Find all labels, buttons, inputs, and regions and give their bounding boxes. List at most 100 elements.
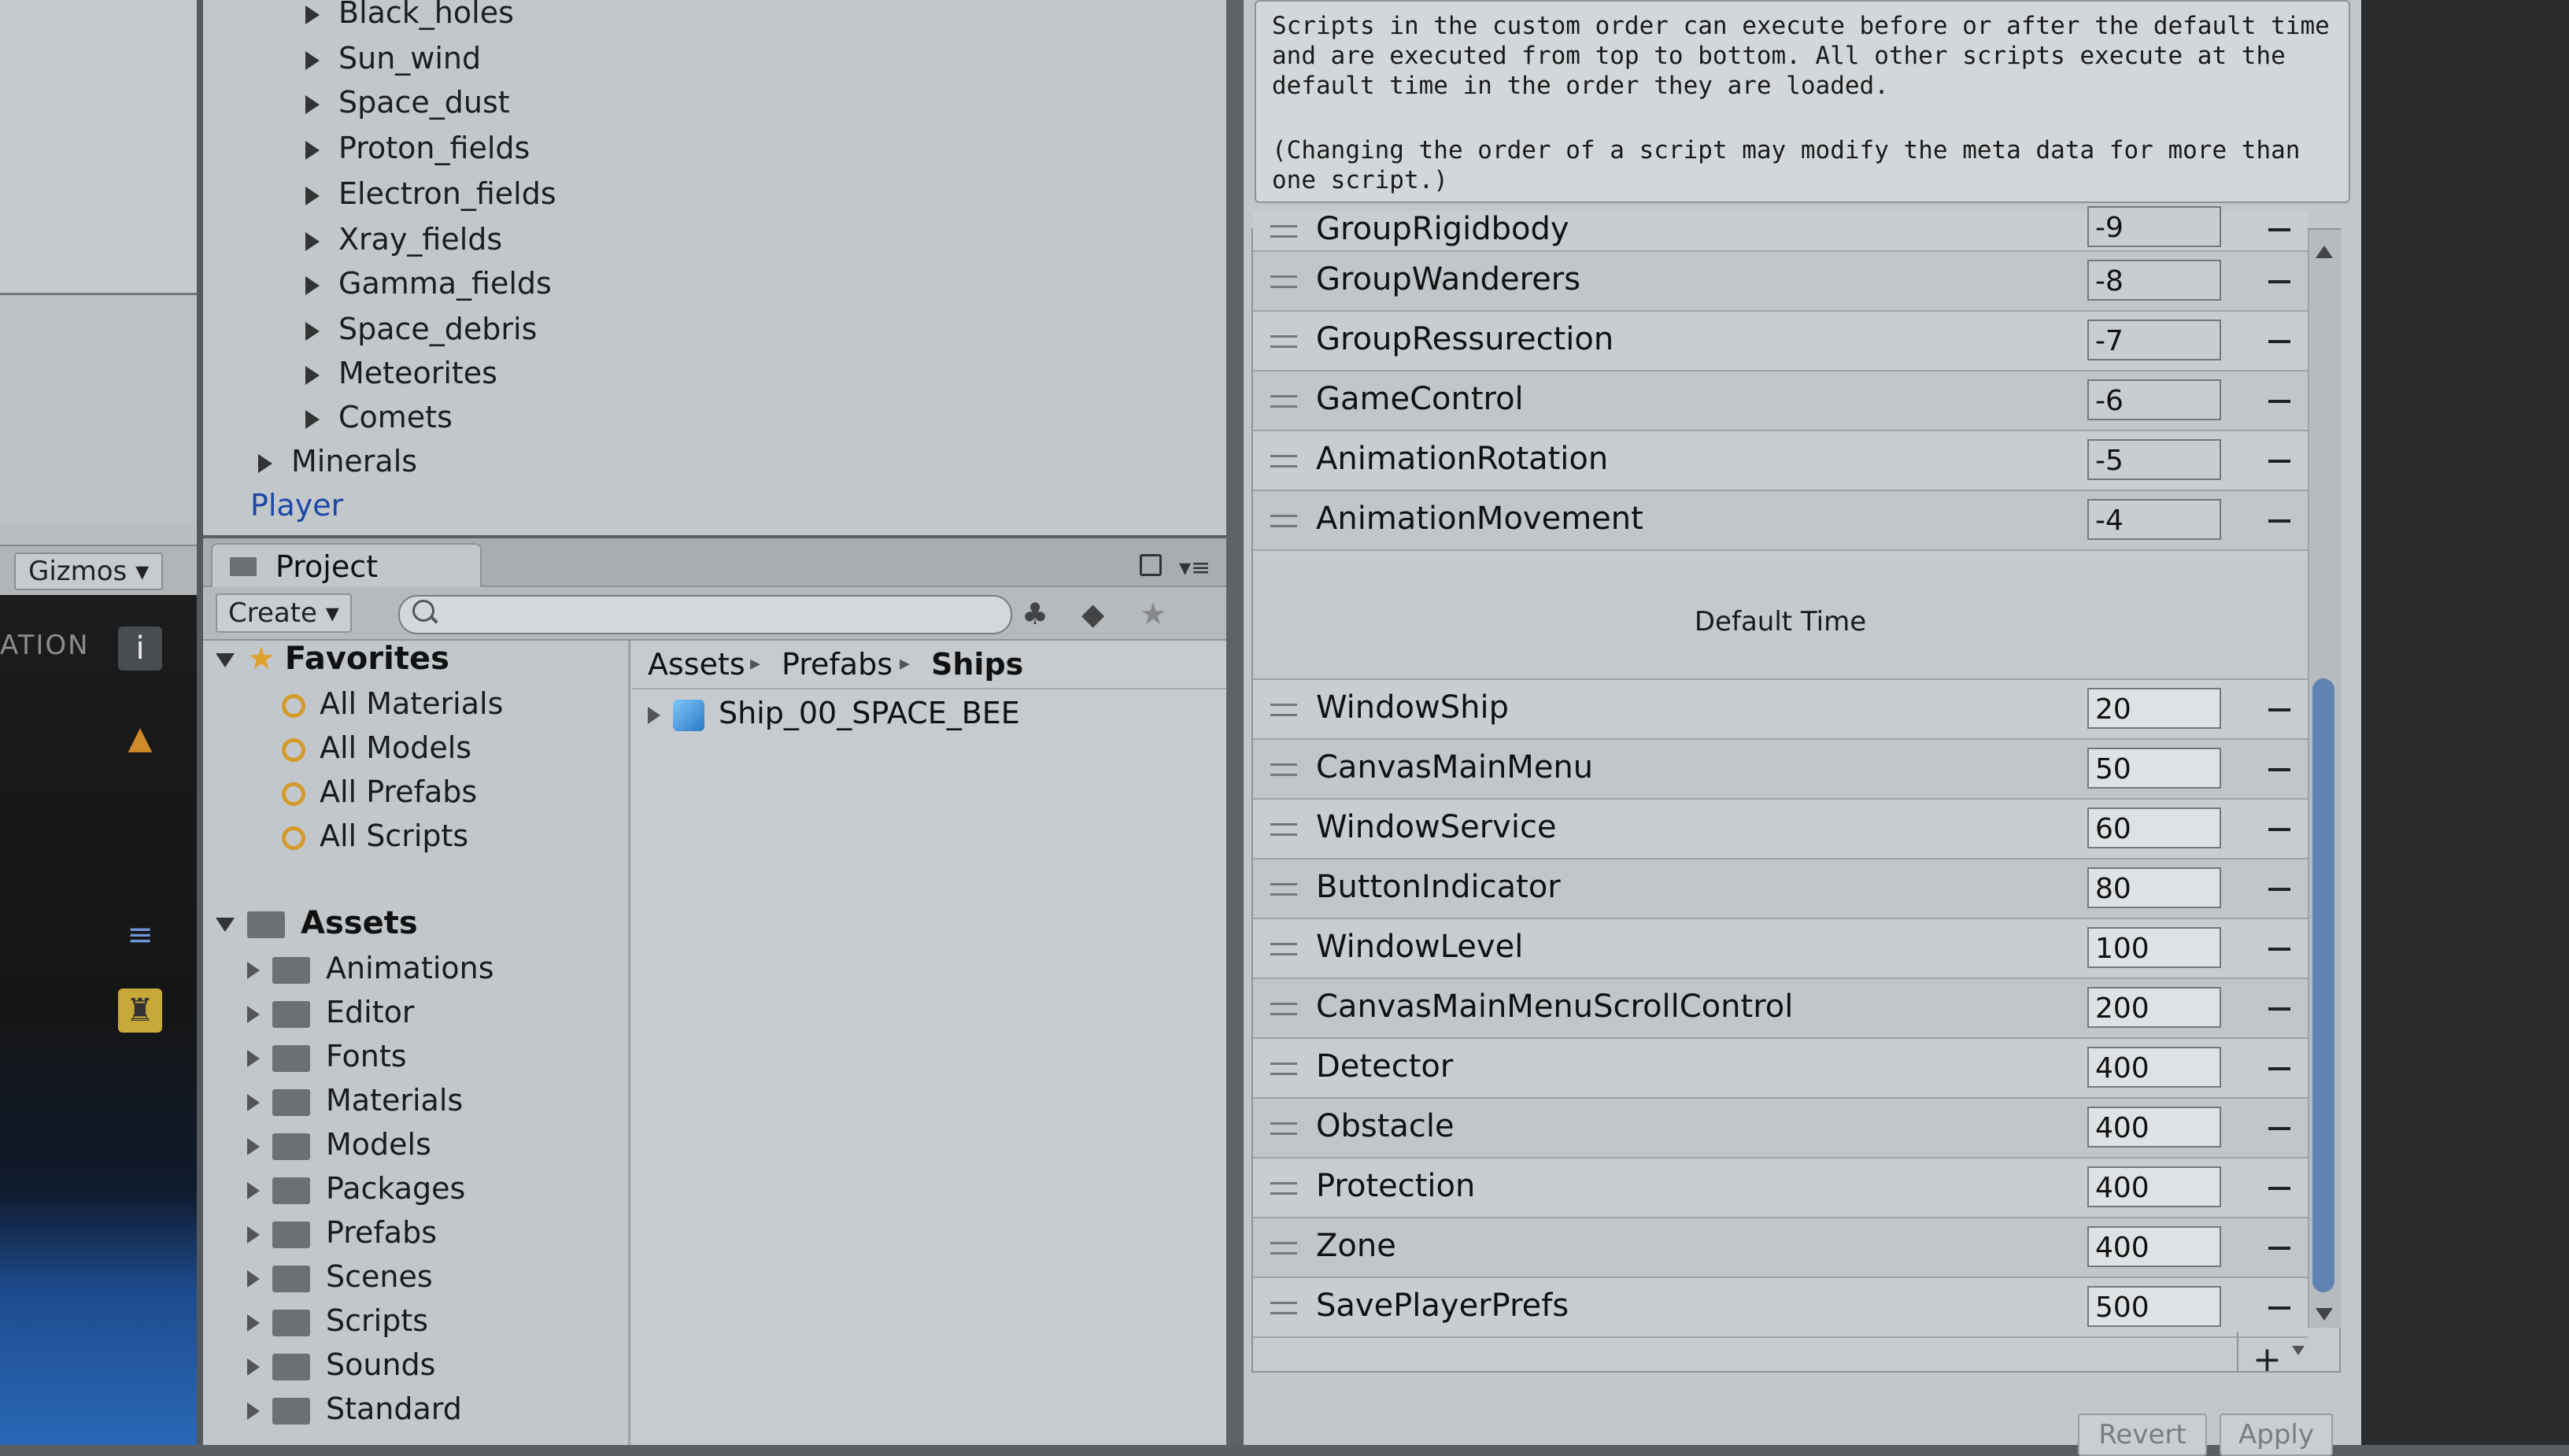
favorite-item[interactable]: All Scripts	[282, 819, 468, 853]
asset-item[interactable]: Ship_00_SPACE_BEE	[648, 696, 1020, 735]
drag-handle-icon[interactable]	[1270, 763, 1297, 776]
expand-arrow-icon[interactable]	[247, 1181, 260, 1199]
script-row[interactable]: GroupRessurection -7	[1253, 312, 2308, 371]
drag-handle-icon[interactable]	[1270, 943, 1297, 955]
gizmos-button[interactable]: Gizmos ▾	[14, 552, 164, 590]
drag-handle-icon[interactable]	[1270, 275, 1297, 288]
search-input[interactable]	[439, 600, 993, 630]
expand-arrow-icon[interactable]	[305, 321, 320, 341]
script-row[interactable]: Detector 400	[1253, 1039, 2308, 1099]
remove-icon[interactable]	[2268, 1247, 2290, 1250]
expand-arrow-icon[interactable]	[305, 140, 320, 160]
remove-icon[interactable]	[2268, 519, 2290, 523]
apply-button[interactable]: Apply	[2220, 1414, 2333, 1456]
order-value-field[interactable]: 400	[2087, 1107, 2221, 1147]
drag-handle-icon[interactable]	[1270, 883, 1297, 896]
revert-button[interactable]: Revert	[2078, 1414, 2207, 1456]
tower-icon[interactable]: ♜	[118, 989, 162, 1033]
expand-arrow-icon[interactable]	[247, 1005, 260, 1023]
asset-folder[interactable]: Editor	[247, 995, 414, 1029]
list-scroll-thumb[interactable]	[2312, 678, 2334, 1292]
remove-icon[interactable]	[2268, 948, 2290, 951]
drag-handle-icon[interactable]	[1270, 1182, 1297, 1195]
remove-icon[interactable]	[2268, 400, 2290, 403]
hierarchy-item-player[interactable]: Player	[250, 488, 343, 523]
remove-icon[interactable]	[2268, 228, 2290, 231]
asset-folder[interactable]: Sounds	[247, 1347, 435, 1382]
script-row[interactable]: WindowLevel 100	[1253, 919, 2308, 979]
expand-arrow-icon[interactable]	[258, 453, 272, 473]
order-value-field[interactable]: 400	[2087, 1166, 2221, 1207]
hierarchy-item-minerals[interactable]: Minerals	[258, 444, 417, 479]
hierarchy-item[interactable]: Sun_wind	[305, 41, 481, 76]
expand-arrow-icon[interactable]	[247, 1402, 260, 1420]
breadcrumb-item[interactable]: Prefabs	[782, 647, 893, 682]
favorite-item[interactable]: All Models	[282, 730, 471, 765]
hierarchy-item[interactable]: Space_debris	[305, 312, 537, 346]
drag-handle-icon[interactable]	[1270, 1122, 1297, 1135]
asset-folder[interactable]: Standard	[247, 1391, 462, 1426]
expand-arrow-icon[interactable]	[305, 186, 320, 205]
remove-icon[interactable]	[2268, 280, 2290, 283]
order-value-field[interactable]: -8	[2087, 260, 2221, 301]
drag-handle-icon[interactable]	[1270, 335, 1297, 348]
order-value-field[interactable]: 400	[2087, 1226, 2221, 1267]
warning-icon[interactable]: ▲	[118, 716, 162, 760]
assets-header[interactable]: Assets	[216, 905, 418, 941]
collapse-arrow-icon[interactable]	[216, 653, 235, 667]
remove-icon[interactable]	[2268, 1067, 2290, 1070]
asset-folder[interactable]: Prefabs	[247, 1215, 437, 1250]
remove-icon[interactable]	[2268, 460, 2290, 463]
asset-folder[interactable]: Animations	[247, 951, 494, 985]
remove-icon[interactable]	[2268, 1187, 2290, 1190]
remove-icon[interactable]	[2268, 768, 2290, 771]
expand-arrow-icon[interactable]	[247, 1358, 260, 1376]
remove-icon[interactable]	[2268, 708, 2290, 711]
asset-folder[interactable]: Packages	[247, 1171, 465, 1206]
remove-icon[interactable]	[2268, 828, 2290, 831]
order-value-field[interactable]: -6	[2087, 379, 2221, 420]
hierarchy-item[interactable]: Black_holes	[305, 0, 514, 30]
hierarchy-item[interactable]: Xray_fields	[305, 222, 502, 257]
order-value-field[interactable]: -5	[2087, 439, 2221, 480]
drag-handle-icon[interactable]	[1270, 823, 1297, 836]
expand-arrow-icon[interactable]	[305, 409, 320, 429]
order-value-field[interactable]: 50	[2087, 748, 2221, 789]
remove-icon[interactable]	[2268, 1007, 2290, 1011]
order-value-field[interactable]: -7	[2087, 320, 2221, 360]
order-value-field[interactable]: 200	[2087, 987, 2221, 1028]
drag-handle-icon[interactable]	[1270, 1003, 1297, 1015]
order-value-field[interactable]: 60	[2087, 807, 2221, 848]
script-row[interactable]: SavePlayerPrefs 500	[1253, 1278, 2308, 1338]
filter-by-type-icon[interactable]: ♣	[1022, 597, 1048, 631]
panel-menu-icon[interactable]: ▾≡	[1179, 554, 1211, 582]
script-row[interactable]: CanvasMainMenuScrollControl 200	[1253, 979, 2308, 1039]
script-row[interactable]: Obstacle 400	[1253, 1099, 2308, 1159]
info-icon[interactable]: i	[118, 626, 162, 671]
order-value-field[interactable]: -9	[2087, 206, 2221, 247]
drag-handle-icon[interactable]	[1270, 1062, 1297, 1075]
remove-icon[interactable]	[2268, 1127, 2290, 1130]
script-row[interactable]: WindowService 60	[1253, 800, 2308, 859]
expand-arrow-icon[interactable]	[247, 1314, 260, 1332]
script-row[interactable]: GroupWanderers -8	[1253, 252, 2308, 312]
collapse-arrow-icon[interactable]	[216, 918, 235, 932]
hierarchy-item[interactable]: Space_dust	[305, 85, 510, 120]
asset-folder[interactable]: Materials	[247, 1083, 463, 1118]
order-value-field[interactable]: 400	[2087, 1047, 2221, 1088]
drag-handle-icon[interactable]	[1270, 225, 1297, 238]
remove-icon[interactable]	[2268, 1306, 2290, 1310]
order-value-field[interactable]: 20	[2087, 688, 2221, 729]
expand-arrow-icon[interactable]	[305, 365, 320, 385]
hierarchy-item[interactable]: Meteorites	[305, 356, 497, 390]
expand-arrow-icon[interactable]	[305, 275, 320, 295]
favorite-star-icon[interactable]: ★	[1140, 597, 1166, 631]
hierarchy-item[interactable]: Electron_fields	[305, 176, 556, 211]
order-value-field[interactable]: 100	[2087, 927, 2221, 968]
favorite-item[interactable]: All Prefabs	[282, 774, 477, 809]
script-row[interactable]: WindowShip 20	[1253, 680, 2308, 740]
remove-icon[interactable]	[2268, 340, 2290, 343]
panel-divider[interactable]	[1226, 0, 1244, 1445]
asset-folder[interactable]: Fonts	[247, 1039, 407, 1074]
breadcrumb-item[interactable]: Assets	[648, 647, 745, 682]
